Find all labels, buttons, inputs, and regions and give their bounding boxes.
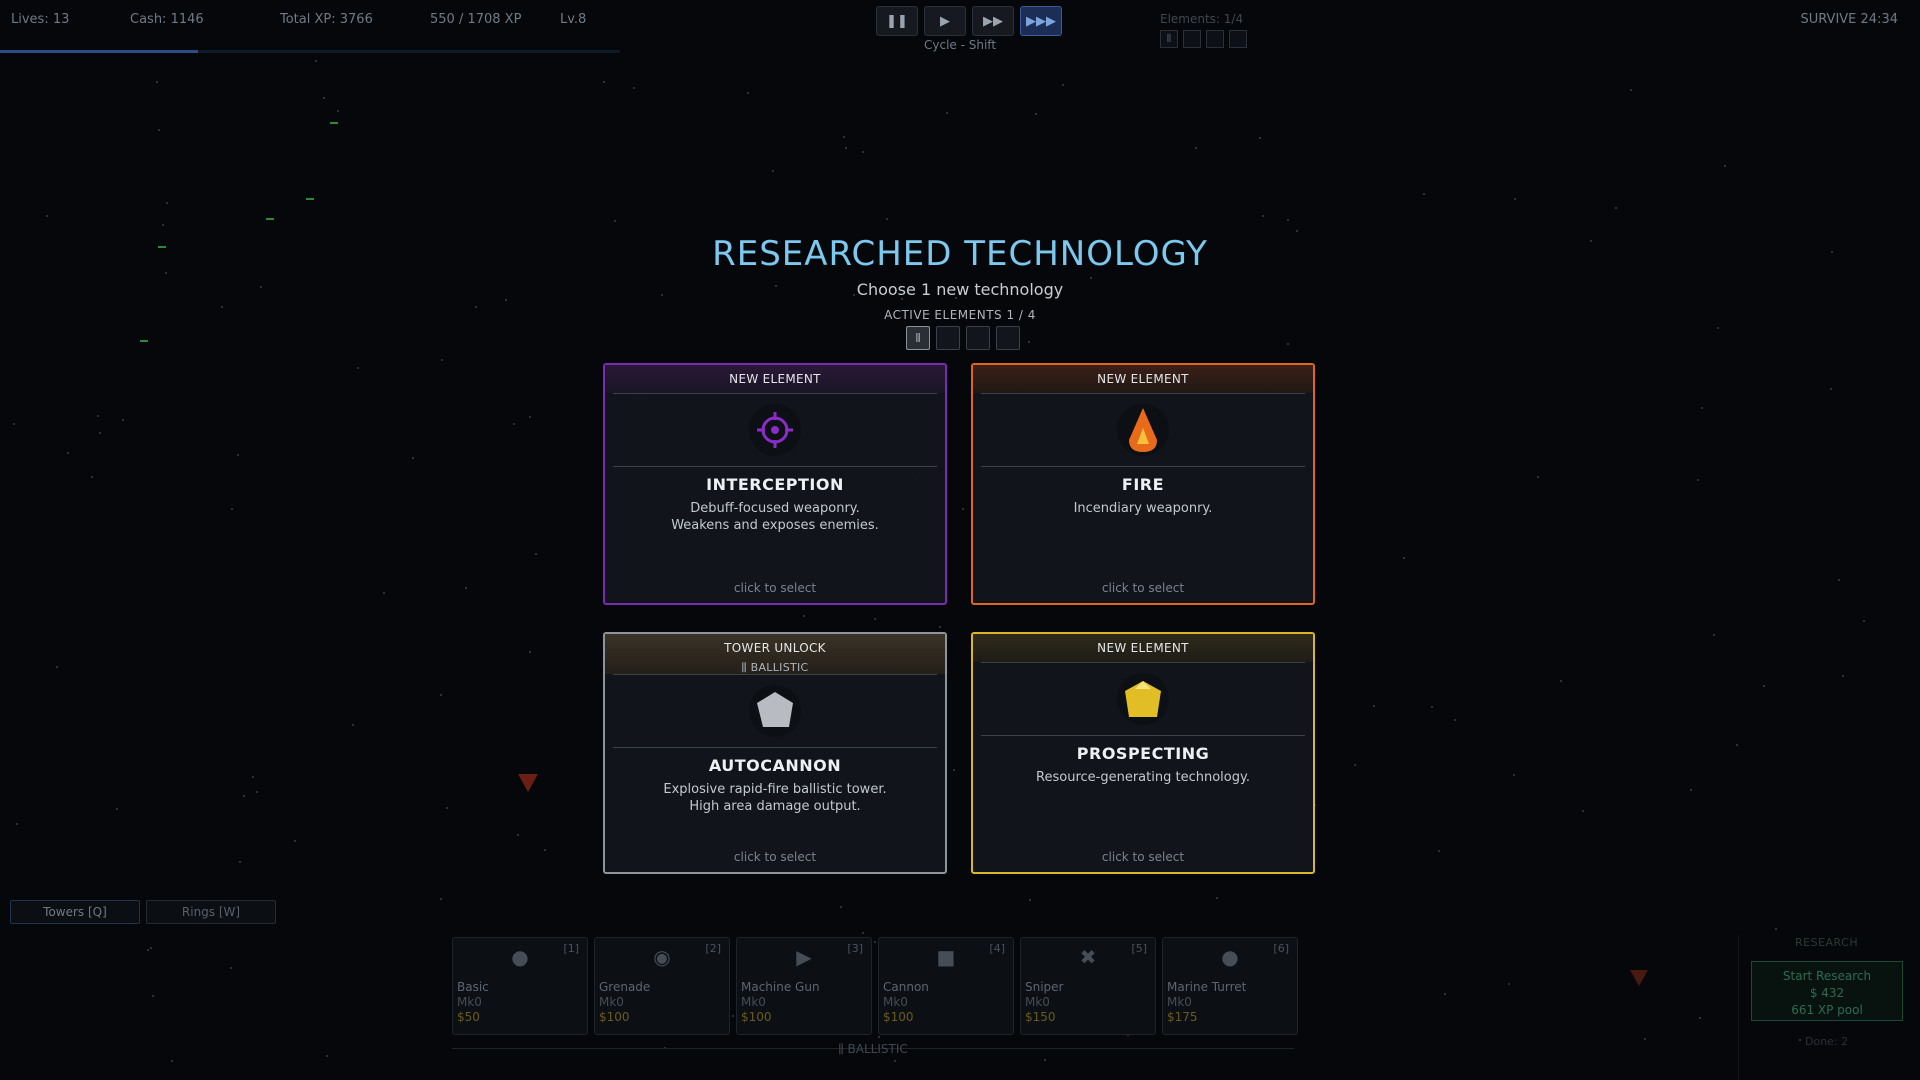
card-description: Resource-generating technology.: [1036, 770, 1250, 785]
tower-slot-basic[interactable]: [1] ● Basic Mk0 $50: [452, 937, 588, 1035]
tower-name: Cannon: [883, 980, 929, 994]
card-description: Explosive rapid-fire ballistic tower. Hig…: [663, 782, 887, 814]
gem-icon: [1117, 673, 1169, 725]
tower-slot-sniper[interactable]: [5] ✖ Sniper Mk0 $150: [1020, 937, 1156, 1035]
active-element-slots: ⫼: [906, 326, 1020, 350]
tower-mark: Mk0: [457, 995, 482, 1009]
crosshair-icon: [749, 404, 801, 456]
card-title: AUTOCANNON: [708, 756, 842, 775]
research-overlay: RESEARCHED TECHNOLOGY Choose 1 new techn…: [0, 0, 1920, 1080]
active-elements-label: ACTIVE ELEMENTS 1 / 4: [884, 308, 1036, 322]
tower-cost: $100: [741, 1010, 772, 1024]
build-tabs: Towers [Q] Rings [W]: [10, 900, 276, 924]
circle-icon: ●: [511, 945, 529, 969]
tower-hotkey: [2]: [705, 942, 721, 955]
tower-hotkey: [1]: [563, 942, 579, 955]
tower-slot-machine-gun[interactable]: [3] ▶ Machine Gun Mk0 $100: [736, 937, 872, 1035]
card-select-hint: click to select: [733, 581, 817, 595]
triangle-icon: ▶: [796, 945, 812, 969]
research-cost: $ 432: [1809, 986, 1845, 1000]
tower-cost: $50: [457, 1010, 480, 1024]
card-select-hint: click to select: [1101, 581, 1185, 595]
tower-cost: $100: [883, 1010, 914, 1024]
active-element-slot: ⫼: [906, 326, 930, 350]
card-title: FIRE: [1121, 475, 1165, 494]
tower-mark: Mk0: [599, 995, 624, 1009]
tower-cost: $175: [1167, 1010, 1198, 1024]
tower-hotkey: [4]: [989, 942, 1005, 955]
tower-slot-grenade[interactable]: [2] ◉ Grenade Mk0 $100: [594, 937, 730, 1035]
research-title: RESEARCH: [1795, 936, 1859, 949]
tower-mark: Mk0: [1167, 995, 1192, 1009]
tower-name: Grenade: [599, 980, 651, 994]
research-button-label: Start Research: [1782, 969, 1872, 983]
card-header: NEW ELEMENT: [973, 634, 1313, 662]
tower-category-label: ⫼ BALLISTIC: [838, 1042, 908, 1056]
tower-mark: Mk0: [883, 995, 908, 1009]
overlay-subtitle: Choose 1 new technology: [856, 280, 1064, 299]
tower-name: Sniper: [1025, 980, 1064, 994]
card-header: NEW ELEMENT: [605, 365, 945, 393]
card-header: NEW ELEMENT: [973, 365, 1313, 393]
circle-icon: ●: [1221, 945, 1239, 969]
card-header: TOWER UNLOCK ⫼ BALLISTIC: [605, 634, 945, 674]
hexagon-icon: [749, 685, 801, 737]
active-element-slot: [936, 326, 960, 350]
tower-hotkey: [3]: [847, 942, 863, 955]
card-title: PROSPECTING: [1076, 744, 1210, 763]
tower-bar: [1] ● Basic Mk0 $50 [2] ◉ Grenade Mk0 $1…: [452, 937, 1298, 1035]
tower-cost: $100: [599, 1010, 630, 1024]
grenade-icon: ◉: [653, 945, 671, 969]
card-subheader: ⫼ BALLISTIC: [741, 661, 809, 674]
card-title: INTERCEPTION: [706, 475, 844, 494]
overlay-title: RESEARCHED TECHNOLOGY: [712, 234, 1208, 274]
tower-slot-cannon[interactable]: [4] ■ Cannon Mk0 $100: [878, 937, 1014, 1035]
active-element-slot: [996, 326, 1020, 350]
tech-card-prospecting[interactable]: NEW ELEMENT PROSPECTING Resource-generat…: [971, 632, 1315, 874]
research-xp-pool: 661 XP pool: [1791, 1003, 1863, 1017]
card-select-hint: click to select: [1101, 850, 1185, 864]
tower-hotkey: [5]: [1131, 942, 1147, 955]
tower-mark: Mk0: [741, 995, 766, 1009]
research-done-count: Done: 2: [1805, 1035, 1849, 1048]
tower-name: Machine Gun: [741, 980, 820, 994]
tower-mark: Mk0: [1025, 995, 1050, 1009]
tower-slot-marine-turret[interactable]: [6] ● Marine Turret Mk0 $175: [1162, 937, 1298, 1035]
square-icon: ■: [936, 945, 956, 969]
cross-icon: ✖: [1079, 945, 1097, 969]
flame-icon: [1117, 404, 1169, 456]
active-element-slot: [966, 326, 990, 350]
tower-hotkey: [6]: [1273, 942, 1289, 955]
card-description: Incendiary weaponry.: [1073, 501, 1213, 516]
tower-name: Marine Turret: [1167, 980, 1247, 994]
card-description: Debuff-focused weaponry. Weakens and expo…: [671, 501, 879, 533]
tech-card-interception[interactable]: NEW ELEMENT INTERCEPTION Debuff-focused …: [603, 363, 947, 605]
tab-rings[interactable]: Rings [W]: [146, 900, 276, 924]
tab-towers[interactable]: Towers [Q]: [10, 900, 140, 924]
tower-cost: $150: [1025, 1010, 1056, 1024]
tower-name: Basic: [457, 980, 489, 994]
tech-card-autocannon[interactable]: TOWER UNLOCK ⫼ BALLISTIC AUTOCANNON Expl…: [603, 632, 947, 874]
card-select-hint: click to select: [733, 850, 817, 864]
start-research-button[interactable]: Start Research $ 432 661 XP pool: [1751, 961, 1903, 1021]
tech-card-fire[interactable]: NEW ELEMENT FIRE Incendiary weaponry. cl…: [971, 363, 1315, 605]
